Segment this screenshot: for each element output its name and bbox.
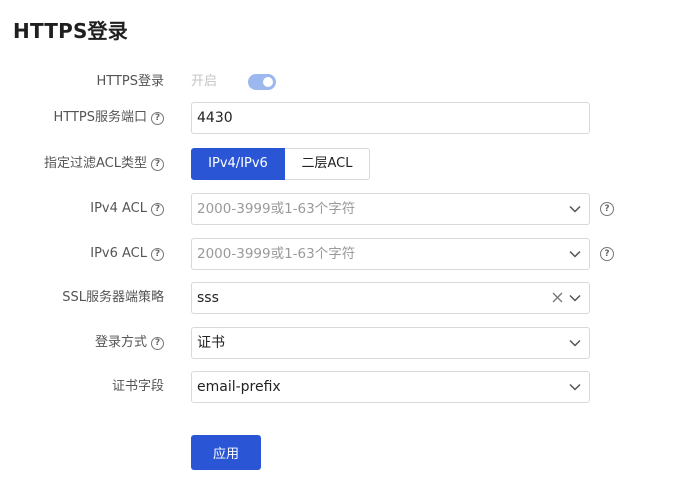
acl-type-segmented: IPv4/IPv6 二层ACL xyxy=(191,148,370,180)
ipv6-acl-row: IPv6 ACL ? 2000-3999或1-63个字符 ? xyxy=(0,238,674,270)
chevron-down-icon[interactable] xyxy=(569,381,581,393)
port-label: HTTPS服务端口 ? xyxy=(53,102,164,134)
chevron-down-icon[interactable] xyxy=(569,337,581,349)
cert-field-label: 证书字段 xyxy=(111,379,164,394)
ipv4-acl-label: IPv4 ACL ? xyxy=(90,193,164,225)
question-circle-icon[interactable]: ? xyxy=(151,336,164,350)
question-circle-icon[interactable]: ? xyxy=(151,202,164,216)
https-login-row: HTTPS登录 开启 xyxy=(0,66,674,98)
chevron-down-icon[interactable] xyxy=(569,292,581,304)
https-login-status: 开启 xyxy=(191,74,218,89)
question-circle-icon[interactable]: ? xyxy=(600,247,614,261)
ipv4-acl-row: IPv4 ACL ? 2000-3999或1-63个字符 ? xyxy=(0,193,674,225)
apply-button[interactable]: 应用 xyxy=(191,435,261,470)
ipv6-acl-select[interactable]: 2000-3999或1-63个字符 xyxy=(191,238,590,270)
login-method-row: 登录方式 ? 证书 xyxy=(0,327,674,359)
question-circle-icon[interactable]: ? xyxy=(151,157,164,171)
port-row: HTTPS服务端口 ? 4430 xyxy=(0,102,674,134)
acl-type-label: 指定过滤ACL类型 ? xyxy=(44,148,164,180)
question-circle-icon[interactable]: ? xyxy=(151,247,164,261)
page-title: HTTPS登录 xyxy=(13,19,128,43)
https-login-label: HTTPS登录 xyxy=(96,74,164,89)
ipv6-acl-label: IPv6 ACL ? xyxy=(90,238,164,270)
question-circle-icon[interactable]: ? xyxy=(151,111,164,125)
cert-field-select[interactable]: email-prefix xyxy=(191,371,590,403)
cert-field-row: 证书字段 email-prefix xyxy=(0,371,674,403)
ssl-policy-select[interactable]: sss xyxy=(191,282,590,314)
acl-option-layer2[interactable]: 二层ACL xyxy=(285,148,370,180)
chevron-down-icon[interactable] xyxy=(569,203,581,215)
question-circle-icon[interactable]: ? xyxy=(600,202,614,216)
ipv4-acl-select[interactable]: 2000-3999或1-63个字符 xyxy=(191,193,590,225)
acl-option-ipv4-ipv6[interactable]: IPv4/IPv6 xyxy=(191,148,285,180)
chevron-down-icon[interactable] xyxy=(569,248,581,260)
toggle-knob xyxy=(263,77,273,87)
acl-type-row: 指定过滤ACL类型 ? IPv4/IPv6 二层ACL xyxy=(0,148,674,180)
login-method-label: 登录方式 ? xyxy=(95,327,164,359)
https-login-toggle[interactable] xyxy=(248,74,276,90)
close-icon[interactable] xyxy=(552,292,563,303)
login-method-select[interactable]: 证书 xyxy=(191,327,590,359)
port-input[interactable]: 4430 xyxy=(191,102,590,134)
ssl-policy-row: SSL服务器端策略 sss xyxy=(0,282,674,314)
ssl-policy-label: SSL服务器端策略 xyxy=(62,290,164,305)
